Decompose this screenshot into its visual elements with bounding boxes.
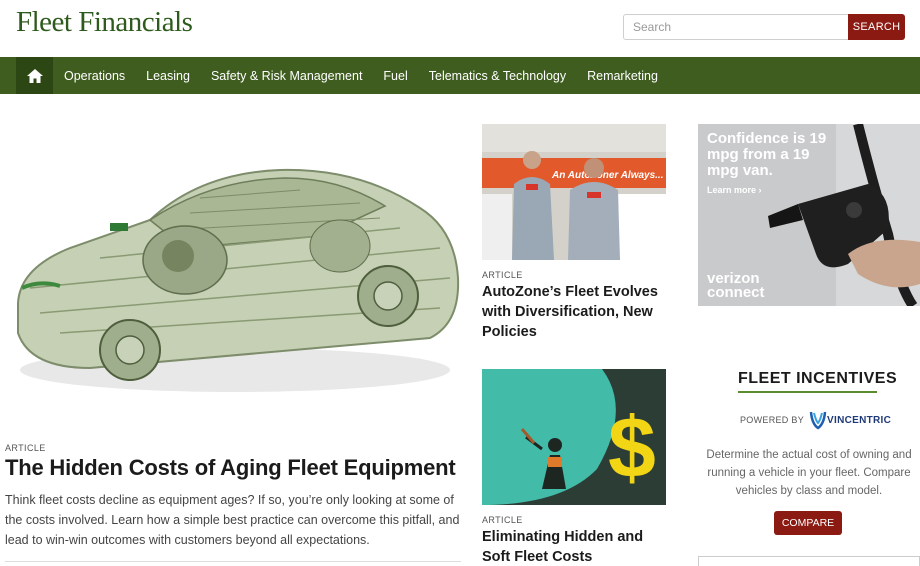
card-article-title[interactable]: AutoZone’s Fleet Evolves with Diversific… (482, 282, 666, 342)
site-logo[interactable]: Fleet Financials (16, 6, 193, 39)
main-nav: Operations Leasing Safety & Risk Managem… (0, 57, 920, 94)
compare-button[interactable]: COMPARE (774, 511, 842, 535)
card-article-title[interactable]: Eliminating Hidden and Soft Fleet Costs (482, 527, 666, 566)
brand-line-2: connect (707, 284, 765, 301)
nav-item-operations[interactable]: Operations (64, 69, 125, 83)
fleet-incentives-title: FLEET INCENTIVES (738, 370, 898, 387)
card-article-label: ARTICLE (482, 270, 523, 280)
powered-by-label: POWERED BY (740, 415, 805, 425)
home-icon (26, 68, 43, 83)
vincentric-swirl-icon (809, 411, 827, 430)
dollar-symbol: $ (608, 400, 656, 496)
autozone-sign-text: An AutoZoner Always... (551, 170, 664, 181)
card-image-digging-dollar[interactable]: $ (482, 369, 666, 505)
ad-learn-more-link[interactable]: Learn more › (707, 185, 762, 195)
partner-name: VINCENTRIC (827, 414, 892, 426)
fleet-incentives-description: Determine the actual cost of owning and … (706, 449, 912, 497)
powered-by: POWERED BY VINCENTRIC (740, 410, 891, 430)
search-button[interactable]: SEARCH (848, 14, 905, 40)
next-widget-frame (698, 556, 920, 566)
verizon-connect-ad[interactable]: Confidence is 19 mpg from a 19 mpg van. … (698, 124, 920, 306)
vincentric-logo[interactable]: VINCENTRIC (809, 410, 891, 430)
nav-item-remarketing[interactable]: Remarketing (587, 69, 658, 83)
nav-item-leasing[interactable]: Leasing (146, 69, 190, 83)
chevron-right-icon: › (758, 185, 762, 195)
ad-link-label: Learn more (707, 185, 757, 195)
hero-article-title[interactable]: The Hidden Costs of Aging Fleet Equipmen… (5, 455, 456, 481)
title-underline (738, 391, 877, 393)
nav-item-telematics[interactable]: Telematics & Technology (429, 69, 566, 83)
verizon-connect-logo: verizon connect (707, 271, 765, 301)
card-article-label: ARTICLE (482, 515, 523, 525)
hero-article-label: ARTICLE (5, 443, 46, 453)
hero-article-description: Think fleet costs decline as equipment a… (5, 493, 460, 547)
hero-image-money-car[interactable] (0, 118, 466, 418)
divider (5, 561, 461, 562)
search-input[interactable] (623, 14, 849, 40)
nav-item-safety-risk[interactable]: Safety & Risk Management (211, 69, 362, 83)
card-image-autozone[interactable]: An AutoZoner Always... (482, 124, 666, 260)
nav-item-fuel[interactable]: Fuel (383, 69, 407, 83)
ad-headline: Confidence is 19 mpg from a 19 mpg van. (707, 130, 827, 179)
nav-home[interactable] (16, 57, 53, 94)
search-bar: SEARCH (623, 14, 905, 40)
